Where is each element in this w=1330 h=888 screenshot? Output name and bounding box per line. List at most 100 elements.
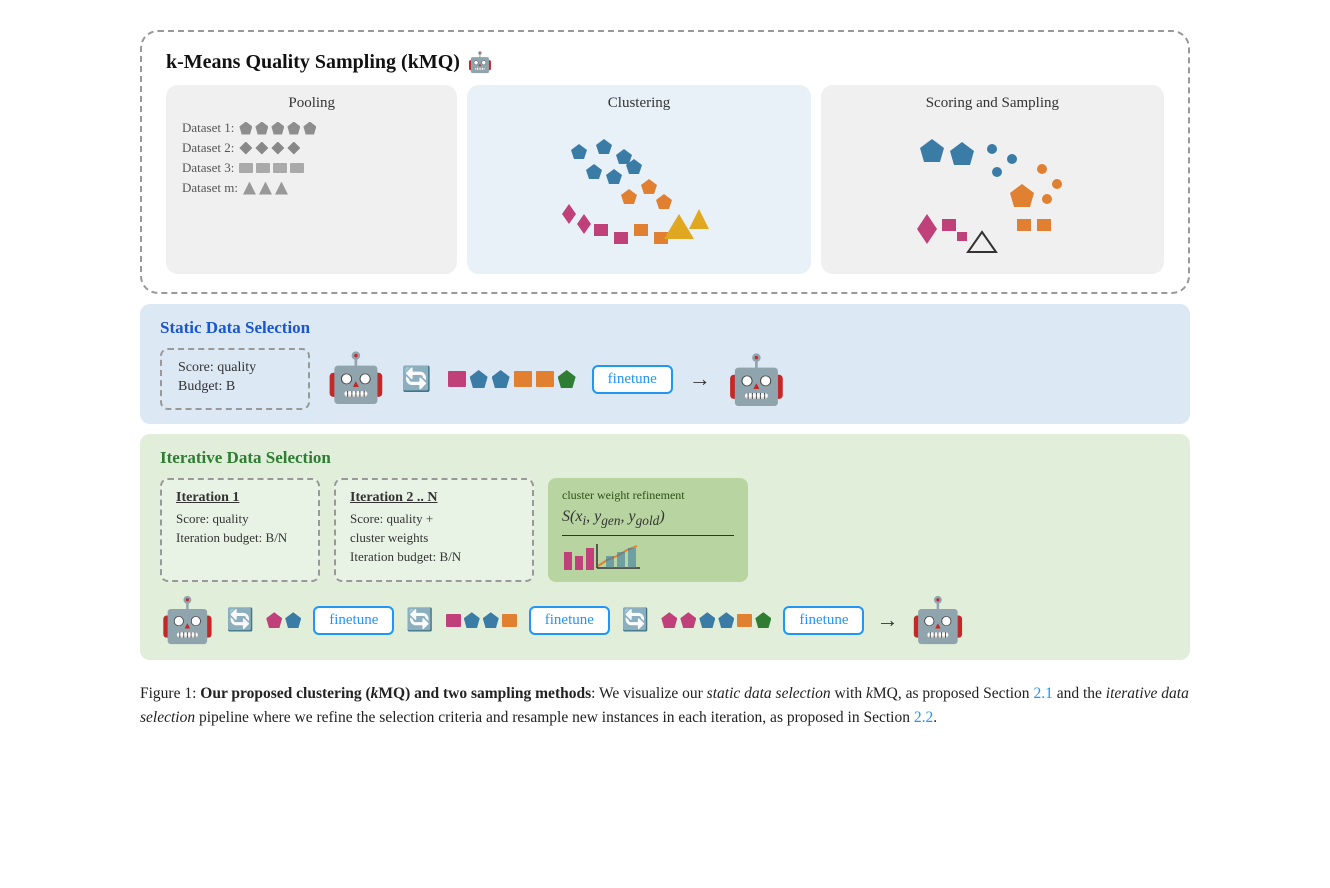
is-4 [464, 612, 480, 628]
cluster-canvas [549, 124, 729, 264]
sc-tri-1 [968, 232, 996, 252]
iter-cycle-2: 🔄 [406, 607, 433, 633]
is-11 [737, 614, 752, 627]
static-shape-3 [492, 370, 510, 388]
cluster-dot-1 [571, 144, 587, 159]
shape-dm-1 [243, 182, 256, 195]
kmq-sections: Pooling Dataset 1: Dataset 2: [166, 85, 1164, 274]
caption-bold: Our proposed clustering (kMQ) and two sa… [200, 685, 591, 702]
bar-2 [575, 556, 583, 570]
shape-d1-3 [271, 122, 284, 135]
caption-link-2[interactable]: 2.2 [914, 709, 933, 726]
sc-dot-2 [950, 142, 974, 165]
iter-shapes-1 [266, 612, 301, 628]
iter-robot-1: 🤖 [160, 594, 215, 646]
iter2-title: Iteration 2 .. N [350, 490, 518, 506]
shape-d2-3 [271, 142, 284, 155]
static-shape-6 [558, 370, 576, 388]
cluster-sq-2 [614, 232, 628, 244]
iter2-budget: Iteration budget: B/N [350, 549, 518, 565]
sc-sq-3 [1037, 219, 1051, 231]
iterative-bottom: 🤖 🔄 finetune 🔄 finetune 🔄 [160, 594, 1170, 646]
cluster-dot-9 [656, 194, 672, 209]
caption-text-2: with kMQ, as proposed Section [831, 685, 1034, 702]
cluster-dot-2 [596, 139, 612, 154]
static-robot-1: 🤖 [326, 355, 386, 403]
scoring-label: Scoring and Sampling [926, 95, 1059, 112]
sc-sq-3 [957, 232, 967, 241]
static-cycle-icon: 🔄 [402, 365, 432, 394]
static-shape-4 [514, 371, 532, 387]
mini-chart [562, 540, 734, 572]
sc-sq-2 [1017, 219, 1031, 231]
static-finetune-btn[interactable]: finetune [592, 365, 673, 394]
cluster-tri-2 [689, 209, 709, 229]
static-shape-1 [448, 371, 466, 387]
bar-4 [606, 556, 614, 568]
iter2-score-line1: Score: quality + [350, 511, 518, 527]
static-inner: Score: quality Budget: B 🤖 🔄 finetune → … [160, 348, 1170, 410]
dataset-m-shapes [243, 182, 288, 195]
cluster-dot-3 [616, 149, 632, 164]
pooling-label: Pooling [182, 95, 441, 112]
static-budget: Budget: B [178, 379, 292, 395]
dataset-1-shapes [239, 122, 316, 135]
is-3 [446, 614, 461, 627]
static-section: Static Data Selection Score: quality Bud… [140, 304, 1190, 424]
figure-container: k-Means Quality Sampling (kMQ) 🤖 Pooling… [140, 30, 1190, 730]
dataset-2-shapes [239, 142, 300, 155]
cluster-tri-1 [664, 214, 694, 239]
sc-dot-4 [1007, 154, 1017, 164]
is-8 [680, 612, 696, 628]
is-5 [483, 612, 499, 628]
iter-finetune-2[interactable]: finetune [529, 606, 610, 635]
dataset-row-2: Dataset 2: [182, 140, 441, 156]
cluster-dot-7 [621, 189, 637, 204]
static-arrow: → [689, 366, 711, 392]
shape-d3-4 [290, 163, 304, 173]
iter-cycle-3: 🔄 [622, 607, 649, 633]
iterative-section: Iterative Data Selection Iteration 1 Sco… [140, 434, 1190, 660]
cluster-dot-4 [586, 164, 602, 179]
is-12 [755, 612, 771, 628]
dataset-row-3: Dataset 3: [182, 160, 441, 176]
cluster-sq-1 [594, 224, 608, 236]
shape-d1-5 [303, 122, 316, 135]
caption-link-1[interactable]: 2.1 [1033, 685, 1052, 702]
pooling-section: Pooling Dataset 1: Dataset 2: [166, 85, 457, 274]
caption-colon: : We visualize our [591, 685, 707, 702]
cluster-dot-8 [641, 179, 657, 194]
caption-text-4: pipeline where we refine the selection c… [195, 709, 914, 726]
static-shape-5 [536, 371, 554, 387]
cluster-dot-5 [606, 169, 622, 184]
sc-dot-9 [1042, 194, 1052, 204]
sc-dia-1 [917, 214, 937, 244]
static-robot-2: 🤖 [727, 351, 787, 408]
is-9 [699, 612, 715, 628]
clustering-label: Clustering [608, 95, 671, 112]
is-7 [661, 612, 677, 628]
iter-finetune-3[interactable]: finetune [783, 606, 864, 635]
shape-d3-1 [239, 163, 253, 173]
shape-dm-2 [259, 182, 272, 195]
static-shape-2 [470, 370, 488, 388]
scoring-canvas [902, 124, 1082, 264]
iter-finetune-1[interactable]: finetune [313, 606, 394, 635]
sc-dot-8 [1052, 179, 1062, 189]
caption: Figure 1: Our proposed clustering (kMQ) … [140, 682, 1190, 730]
cluster-dia-2 [577, 214, 591, 234]
is-1 [266, 612, 282, 628]
static-score: Score: quality [178, 360, 292, 376]
iter1-title: Iteration 1 [176, 490, 304, 506]
dataset-row-1: Dataset 1: [182, 120, 441, 136]
iter-shapes-3 [661, 612, 771, 628]
shape-d1-2 [255, 122, 268, 135]
cluster-svg [549, 124, 729, 264]
iter1-budget: Iteration budget: B/N [176, 530, 304, 546]
kmq-box: k-Means Quality Sampling (kMQ) 🤖 Pooling… [140, 30, 1190, 294]
is-10 [718, 612, 734, 628]
sc-dot-5 [992, 167, 1002, 177]
sc-dot-7 [1037, 164, 1047, 174]
dataset-row-m: Dataset m: [182, 180, 441, 196]
iter-cycle-1: 🔄 [227, 607, 254, 633]
